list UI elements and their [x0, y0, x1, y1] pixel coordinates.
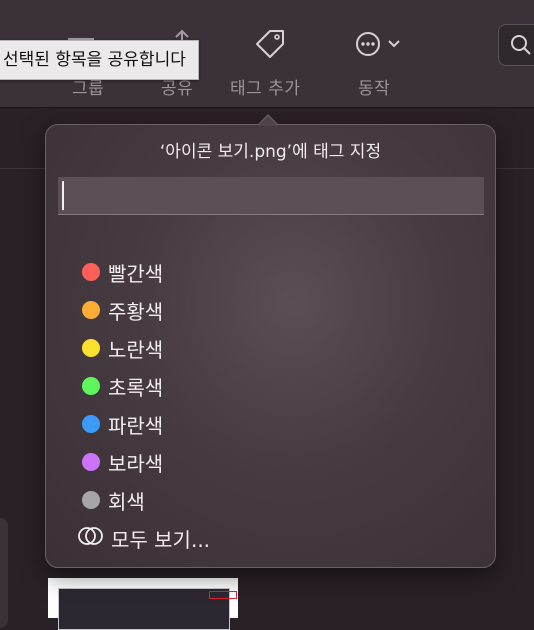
- magnifying-glass-icon: [509, 33, 533, 61]
- show-all-label: 모두 보기...: [111, 527, 211, 552]
- tag-list: 빨간색 주황색 노란색 초록색 파란색 보라색 회색: [82, 253, 163, 519]
- yellow-dot-icon: [82, 339, 100, 357]
- tag-label: 초록색: [108, 375, 164, 400]
- red-dot-icon: [82, 263, 100, 281]
- purple-dot-icon: [82, 453, 100, 471]
- tag-label: 회색: [108, 489, 145, 514]
- toolbar-action-button[interactable]: 동작: [348, 0, 414, 107]
- tag-icon: [250, 26, 290, 62]
- search-field[interactable]: [498, 24, 534, 66]
- share-tooltip: 선택된 항목을 공유합니다: [0, 40, 199, 80]
- text-caret: [62, 181, 64, 210]
- tag-item-gray[interactable]: 회색: [82, 481, 163, 519]
- tag-item-yellow[interactable]: 노란색: [82, 329, 163, 367]
- show-all-tags-button[interactable]: 모두 보기...: [77, 519, 210, 557]
- toolbar-add-tag-button[interactable]: 태그 추가: [226, 0, 318, 107]
- thumbnail-red-box: [209, 591, 237, 599]
- thumbnail-preview: [58, 588, 237, 630]
- tag-label: 파란색: [108, 413, 164, 438]
- sidebar-edge: [0, 518, 8, 628]
- chevron-down-icon: [384, 26, 404, 62]
- tag-label: 주황색: [108, 299, 164, 324]
- gray-dot-icon: [82, 491, 100, 509]
- tag-item-red[interactable]: 빨간색: [82, 253, 163, 291]
- overlapping-circles-icon: [77, 526, 105, 551]
- orange-dot-icon: [82, 301, 100, 319]
- ellipsis-circle-icon: [348, 26, 388, 62]
- tag-label: 노란색: [108, 337, 164, 362]
- blue-dot-icon: [82, 415, 100, 433]
- tag-item-orange[interactable]: 주황색: [82, 291, 163, 329]
- tag-label: 보라색: [108, 451, 164, 476]
- tag-label: 빨간색: [108, 261, 164, 286]
- tag-input[interactable]: [58, 177, 484, 215]
- tag-item-purple[interactable]: 보라색: [82, 443, 163, 481]
- toolbar-add-tag-label: 태그 추가: [230, 79, 301, 99]
- tag-item-blue[interactable]: 파란색: [82, 405, 163, 443]
- toolbar-action-label: 동작: [358, 79, 391, 99]
- file-thumbnail[interactable]: [48, 578, 238, 630]
- green-dot-icon: [82, 377, 100, 395]
- popover-title: ‘아이콘 보기.png’에 태그 지정: [159, 142, 382, 162]
- tag-popover: ‘아이콘 보기.png’에 태그 지정 빨간색 주황색 노란색 초록색 파란색 …: [45, 124, 496, 568]
- tag-item-green[interactable]: 초록색: [82, 367, 163, 405]
- popover-arrow-fill: [258, 116, 278, 126]
